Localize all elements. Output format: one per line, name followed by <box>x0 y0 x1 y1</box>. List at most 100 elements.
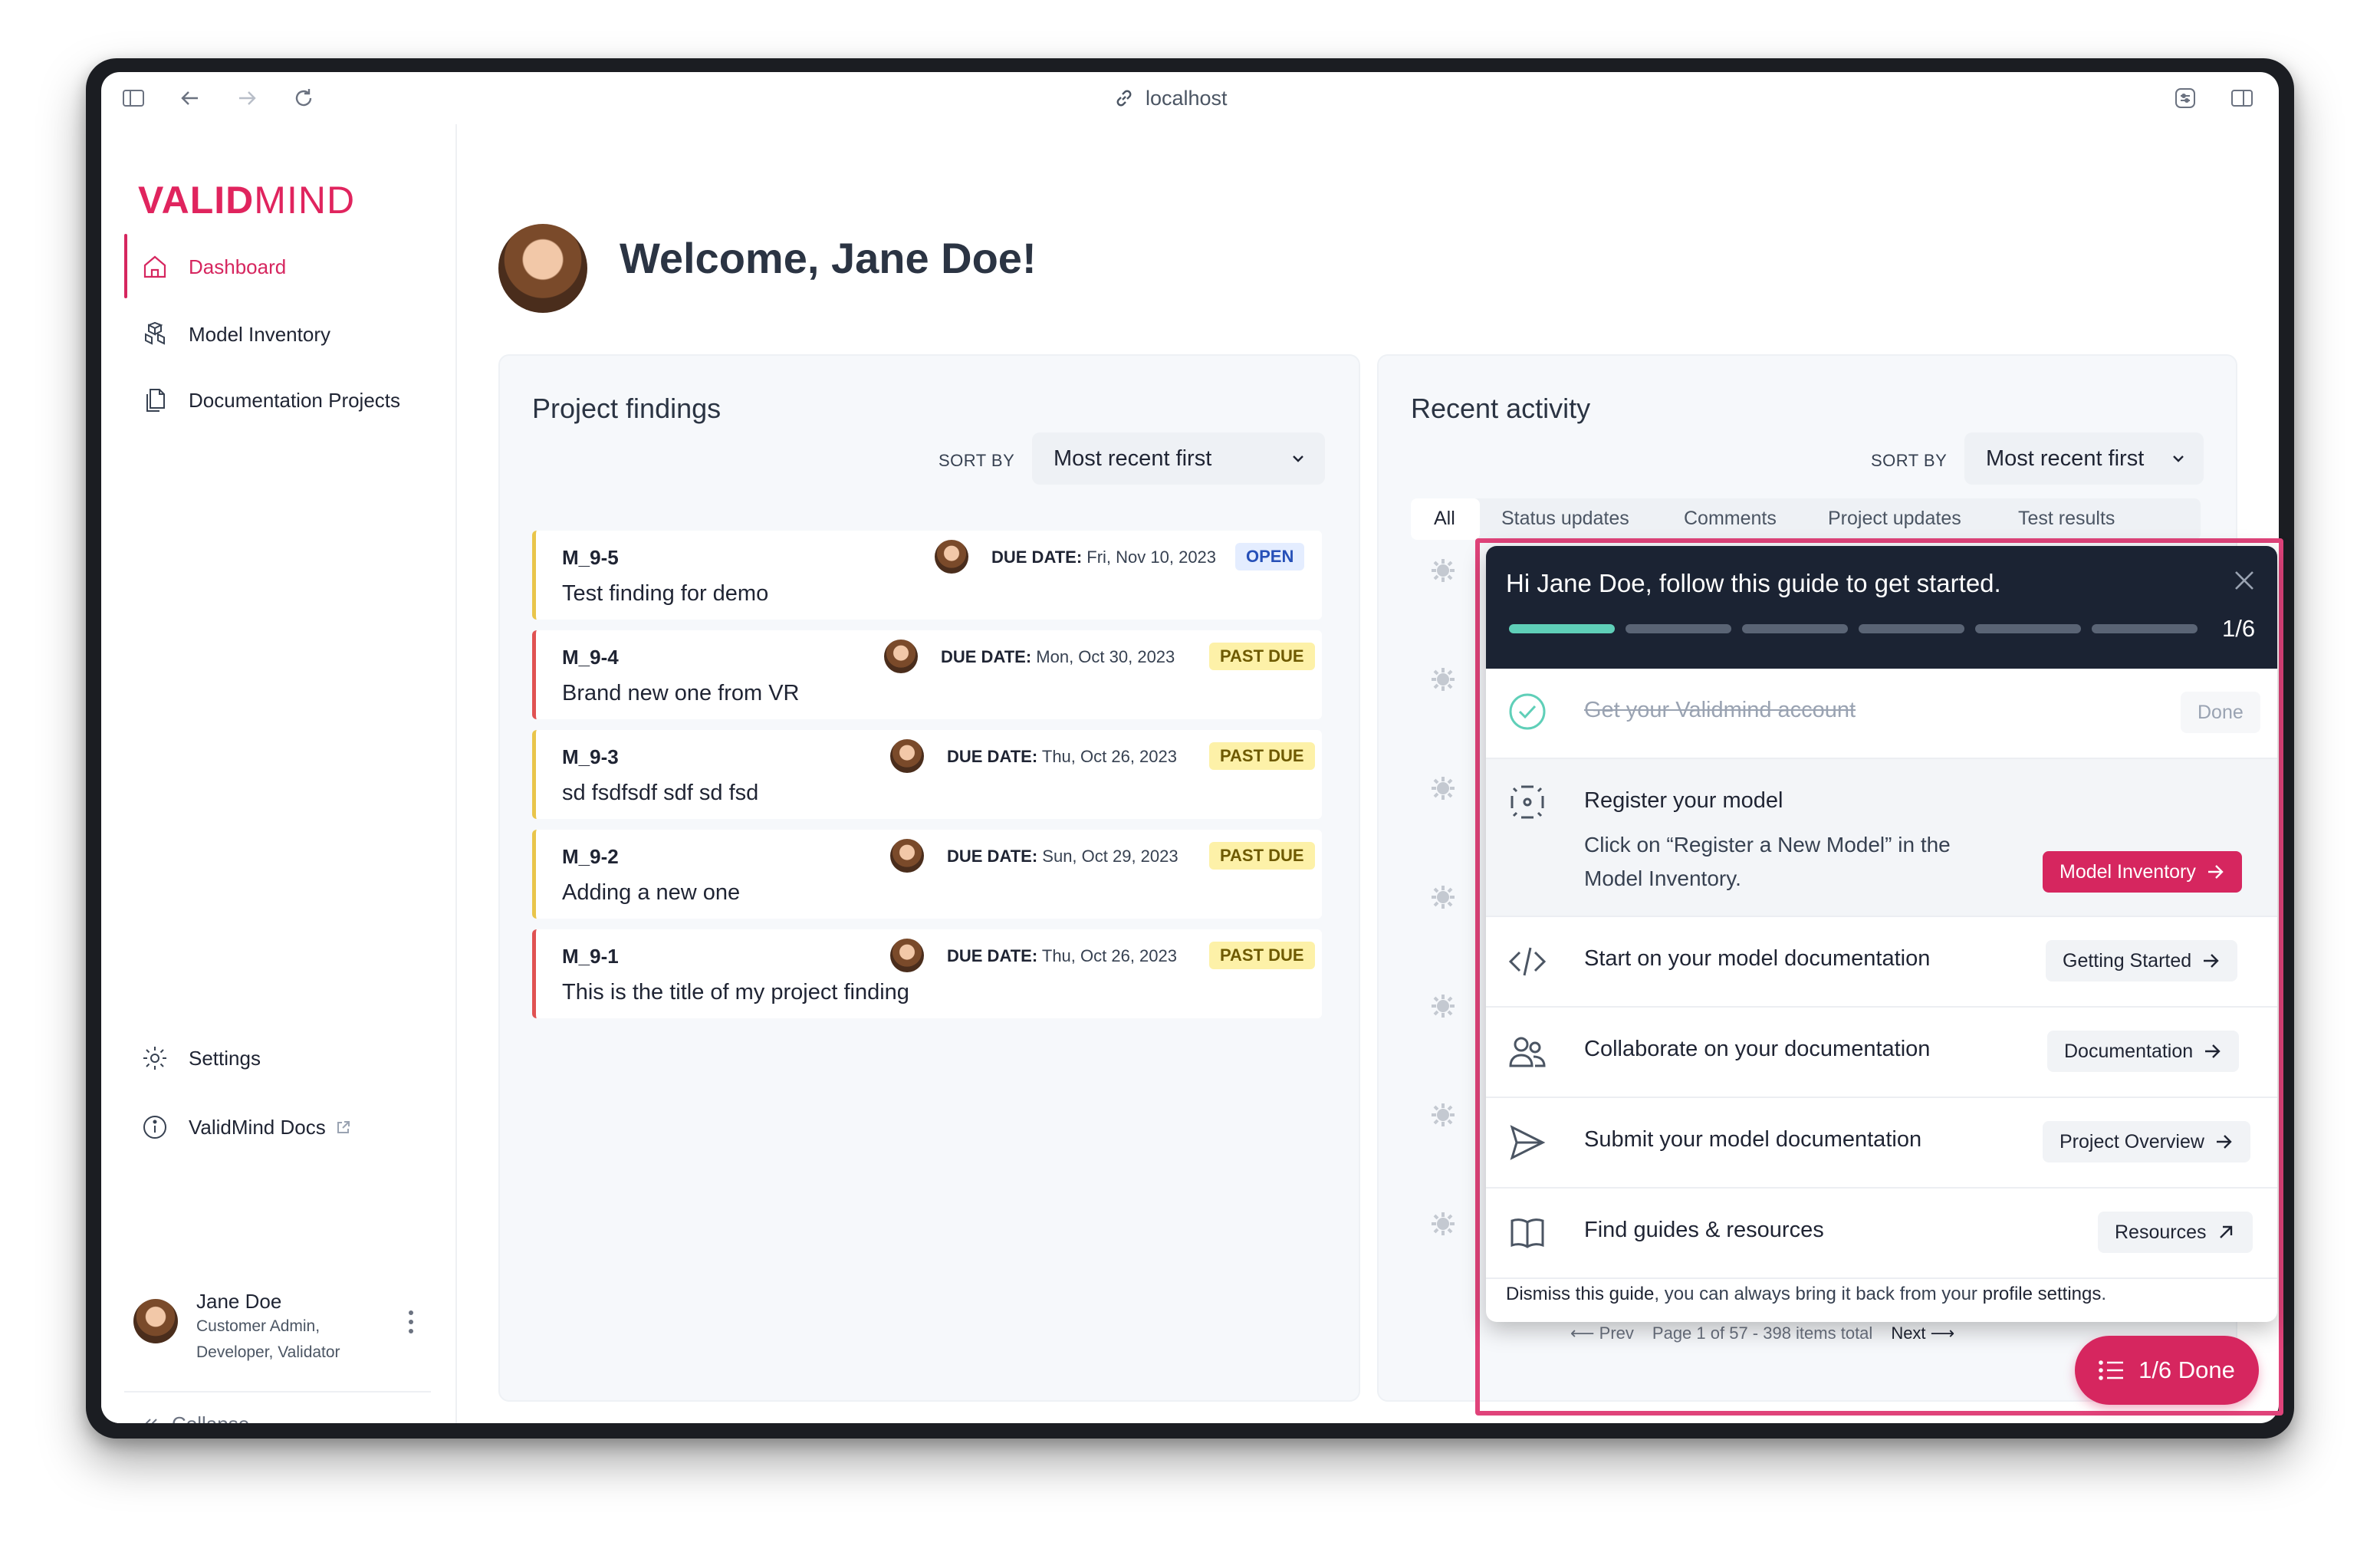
due-date: DUE DATE: Fri, Nov 10, 2023 <box>991 547 1217 567</box>
status-badge: PAST DUE <box>1209 643 1315 670</box>
tab-status-updates[interactable]: Status updates <box>1501 508 1629 530</box>
more-options-icon[interactable] <box>406 1308 416 1336</box>
user-profile[interactable]: Jane Doe Customer Admin, Developer, Vali… <box>133 1284 425 1368</box>
progress-segment <box>1626 624 1731 633</box>
cubes-icon <box>145 321 165 345</box>
tab-all[interactable]: All <box>1434 508 1455 530</box>
finding-card[interactable]: M_9-1 This is the title of my project fin… <box>532 929 1322 1018</box>
arrow-right-icon <box>2207 865 2224 879</box>
guide-title: Hi Jane Doe, follow this guide to get st… <box>1506 569 2001 597</box>
documents-icon <box>146 389 165 412</box>
reload-icon[interactable] <box>291 86 316 110</box>
sort-select[interactable]: Most recent first <box>1032 432 1325 485</box>
profile-settings-link[interactable]: profile settings <box>1983 1284 2102 1304</box>
status-badge: PAST DUE <box>1209 842 1315 870</box>
progress-segment <box>1509 624 1615 633</box>
finding-title: sd fsdfsdf sdf sd fsd <box>562 781 759 805</box>
avatar <box>890 839 924 873</box>
focus-icon <box>1511 785 1544 819</box>
gear-icon <box>1432 668 1455 691</box>
finding-card[interactable]: M_9-2 Adding a new one DUE DATE: Sun, Oct … <box>532 830 1322 919</box>
arrow-right-icon <box>2216 1135 2232 1149</box>
guide-step-label: Start on your model documentation <box>1584 946 1931 971</box>
extensions-icon[interactable] <box>2173 86 2198 110</box>
divider <box>124 1391 431 1393</box>
dismiss-guide-link[interactable]: Dismiss this guide <box>1506 1284 1654 1304</box>
panel-title: Project findings <box>532 393 722 424</box>
code-icon <box>1508 947 1547 976</box>
sort-label: SORT BY <box>939 451 1015 470</box>
sidebar-item-settings[interactable]: Settings <box>124 1035 261 1081</box>
guide-step-label: Find guides & resources <box>1584 1218 1824 1242</box>
arrow-up-right-icon <box>2219 1225 2232 1238</box>
page-title: Welcome, Jane Doe! <box>620 234 1037 282</box>
sidebar-toggle-icon[interactable] <box>121 86 146 110</box>
finding-title: Brand new one from VR <box>562 681 800 705</box>
users-icon <box>1509 1037 1546 1067</box>
guide-progress-button[interactable]: 1/6 Done <box>2075 1336 2259 1405</box>
avatar <box>890 939 924 972</box>
guide-step-resources: Find guides & resources Resources <box>1486 1189 2277 1279</box>
avatar <box>884 640 918 673</box>
avatar <box>498 224 587 313</box>
getting-started-button[interactable]: Getting Started <box>2046 940 2238 982</box>
book-icon <box>1511 1218 1544 1248</box>
external-link-icon <box>337 1121 350 1133</box>
finding-title: Test finding for demo <box>562 581 769 606</box>
send-icon <box>1510 1125 1546 1160</box>
guide-step-description: Click on “Register a New Model” in the M… <box>1584 833 1951 890</box>
sort-select[interactable]: Most recent first <box>1964 432 2204 485</box>
model-inventory-button[interactable]: Model Inventory <box>2043 851 2242 893</box>
gear-icon <box>1432 777 1455 800</box>
guide-footer: Dismiss this guide, you can always bring… <box>1506 1284 2107 1304</box>
home-icon <box>143 255 166 278</box>
progress-segment <box>1975 624 2081 633</box>
collapse-button[interactable]: Collapse <box>141 1412 249 1423</box>
url-text: localhost <box>1146 86 1228 110</box>
tab-project-updates[interactable]: Project updates <box>1828 508 1961 530</box>
finding-card[interactable]: M_9-3sd fsdfsdf sdf sd fsd DUE DATE: Thu,… <box>532 730 1322 819</box>
back-arrow-icon[interactable] <box>178 86 202 110</box>
finding-card[interactable]: M_9-5 Test finding for demo DUE DATE: Fri,… <box>532 531 1322 620</box>
sidebar-item-label: Documentation Projects <box>189 388 401 412</box>
arrow-right-icon <box>2204 954 2219 968</box>
due-date: DUE DATE: Sun, Oct 29, 2023 <box>947 847 1178 866</box>
sidebar-item-documentation-projects[interactable]: Documentation Projects <box>124 377 400 423</box>
documentation-button[interactable]: Documentation <box>2047 1031 2240 1072</box>
info-icon <box>143 1116 166 1139</box>
tab-comments[interactable]: Comments <box>1684 508 1777 530</box>
sidebar-item-label: Model Inventory <box>189 322 330 346</box>
browser-toolbar: localhost <box>101 72 2279 124</box>
sort-label: SORT BY <box>1871 451 1948 470</box>
progress-segment <box>1859 624 1964 633</box>
forward-arrow-icon[interactable] <box>235 86 259 110</box>
due-date: DUE DATE: Thu, Oct 26, 2023 <box>947 747 1177 766</box>
project-overview-button[interactable]: Project Overview <box>2043 1121 2250 1162</box>
address-bar[interactable]: localhost <box>1113 84 1228 112</box>
gear-icon <box>143 1047 166 1070</box>
tab-test-results[interactable]: Test results <box>2018 508 2115 530</box>
finding-card[interactable]: M_9-4 Brand new one from VR DUE DATE: Mon,… <box>532 630 1322 719</box>
guide-step-label: Register your model <box>1584 788 1783 813</box>
panel-title: Recent activity <box>1411 393 1591 424</box>
sidebar-item-model-inventory[interactable]: Model Inventory <box>124 311 330 357</box>
sidebar-item-label: ValidMind Docs <box>189 1115 326 1139</box>
resources-button[interactable]: Resources <box>2098 1212 2253 1253</box>
finding-id: M_9-3 <box>562 745 619 768</box>
guide-step-submit: Submit your model documentation Project … <box>1486 1098 2277 1189</box>
user-roles: Developer, Validator <box>196 1343 340 1361</box>
split-view-icon[interactable] <box>2230 86 2254 110</box>
chevron-down-icon <box>1293 455 1303 462</box>
sidebar-item-dashboard[interactable]: Dashboard <box>124 244 286 290</box>
guide-step-account: Get your Validmind account Done <box>1486 669 2277 759</box>
guide-step-label: Get your Validmind account <box>1584 698 1856 722</box>
close-icon[interactable] <box>2231 567 2257 594</box>
guide-step-documentation: Start on your model documentation Gettin… <box>1486 917 2277 1008</box>
status-badge: OPEN <box>1235 543 1305 570</box>
validmind-logo[interactable]: VALIDMIND <box>138 178 355 222</box>
sidebar-item-validmind-docs[interactable]: ValidMind Docs <box>124 1104 352 1150</box>
chevron-down-icon <box>2173 455 2184 462</box>
status-badge: PAST DUE <box>1209 942 1315 969</box>
finding-id: M_9-4 <box>562 646 619 669</box>
gear-icon <box>1432 1103 1455 1126</box>
